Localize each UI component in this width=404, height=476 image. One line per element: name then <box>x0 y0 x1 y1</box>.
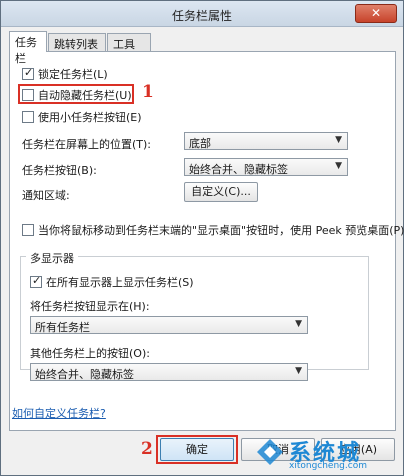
show-buttons-on-value: 所有任务栏 <box>35 321 90 334</box>
customize-taskbar-help-link[interactable]: 如何自定义任务栏? <box>12 405 106 421</box>
position-label: 任务栏在屏幕上的位置(T): <box>22 138 152 151</box>
small-buttons-checkbox[interactable] <box>22 111 34 123</box>
other-taskbar-buttons-select[interactable]: 始终合并、隐藏标签 ▼ <box>30 363 308 381</box>
customize-button[interactable]: 自定义(C)... <box>184 182 258 202</box>
lock-taskbar-label: 锁定任务栏(L) <box>38 68 108 81</box>
show-buttons-on-label: 将任务栏按钮显示在(H): <box>30 300 150 313</box>
close-button[interactable]: ✕ <box>355 4 397 23</box>
notification-area-label: 通知区域: <box>22 189 70 202</box>
tab-taskbar[interactable]: 任务栏 <box>9 31 47 65</box>
autohide-label: 自动隐藏任务栏(U) <box>38 89 132 102</box>
other-taskbar-buttons-label: 其他任务栏上的按钮(O): <box>30 347 150 360</box>
lock-taskbar-checkbox[interactable] <box>22 66 34 80</box>
small-buttons-label: 使用小任务栏按钮(E) <box>38 111 142 124</box>
lock-taskbar-option[interactable]: 锁定任务栏(L) <box>22 66 108 82</box>
peek-checkbox[interactable] <box>22 224 34 236</box>
small-buttons-option[interactable]: 使用小任务栏按钮(E) <box>22 109 142 125</box>
watermark-url: xitongcheng.com <box>289 461 367 471</box>
chevron-down-icon: ▼ <box>295 366 302 376</box>
chevron-down-icon: ▼ <box>335 161 342 171</box>
position-select[interactable]: 底部 ▼ <box>184 132 348 150</box>
peek-label: 当你将鼠标移动到任务栏末端的"显示桌面"按钮时，使用 Peek 预览桌面(P) <box>38 224 404 237</box>
annotation-number-2: 2 <box>141 439 153 459</box>
show-all-displays-option[interactable]: 在所有显示器上显示任务栏(S) <box>30 274 194 290</box>
multi-display-title: 多显示器 <box>26 250 78 266</box>
watermark-logo-icon <box>257 439 283 465</box>
site-watermark: 系统城 xitongcheng.com <box>251 433 401 475</box>
annotation-number-1: 1 <box>142 82 154 102</box>
show-all-displays-label: 在所有显示器上显示任务栏(S) <box>46 276 194 289</box>
title-bar: 任务栏属性 ✕ <box>1 1 403 27</box>
autohide-option[interactable]: 自动隐藏任务栏(U) <box>22 87 132 103</box>
chevron-down-icon: ▼ <box>335 135 342 145</box>
peek-option[interactable]: 当你将鼠标移动到任务栏末端的"显示桌面"按钮时，使用 Peek 预览桌面(P) <box>22 222 404 238</box>
window-title: 任务栏属性 <box>171 9 232 23</box>
show-all-displays-checkbox[interactable] <box>30 274 42 288</box>
taskbar-buttons-value: 始终合并、隐藏标签 <box>189 163 288 176</box>
tab-jump-lists[interactable]: 跳转列表 <box>48 33 106 51</box>
ok-button[interactable]: 确定 <box>160 438 234 461</box>
tab-toolbars[interactable]: 工具栏 <box>107 33 151 67</box>
taskbar-buttons-select[interactable]: 始终合并、隐藏标签 ▼ <box>184 158 348 176</box>
show-buttons-on-select[interactable]: 所有任务栏 ▼ <box>30 316 308 334</box>
other-taskbar-buttons-value: 始终合并、隐藏标签 <box>35 368 134 381</box>
tab-panel: 锁定任务栏(L) 自动隐藏任务栏(U) 1 使用小任务栏按钮(E) 任务栏在屏幕… <box>9 51 404 431</box>
taskbar-properties-dialog: 任务栏属性 ✕ 任务栏 跳转列表 工具栏 锁定任务栏(L) 自动隐藏任务栏(U)… <box>0 0 404 476</box>
taskbar-buttons-label: 任务栏按钮(B): <box>22 164 97 177</box>
autohide-checkbox[interactable] <box>22 89 34 101</box>
chevron-down-icon: ▼ <box>295 319 302 329</box>
position-value: 底部 <box>189 137 211 150</box>
